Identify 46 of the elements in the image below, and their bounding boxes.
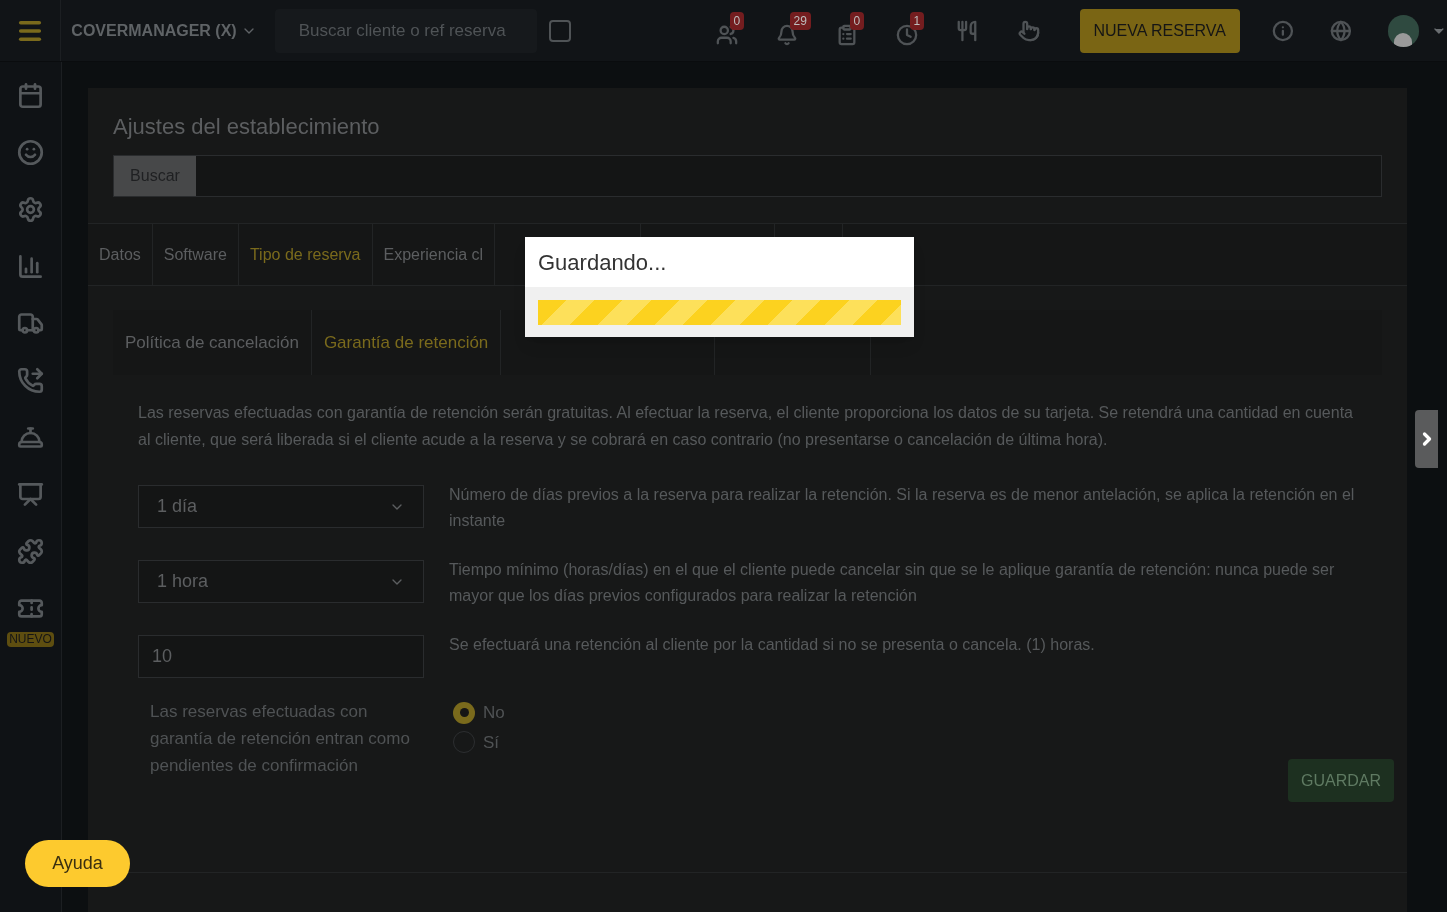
face-icon[interactable]	[17, 139, 44, 166]
page-title: Ajustes del establecimiento	[113, 113, 381, 141]
pointer-icon[interactable]	[1017, 19, 1040, 42]
new-booking-button[interactable]: NUEVA RESERVA	[1079, 8, 1240, 53]
count-badge: 29	[789, 11, 811, 30]
calendar-icon[interactable]	[17, 82, 44, 109]
subtab[interactable]: Garantía de retención	[311, 310, 502, 375]
tab[interactable]: Software	[152, 224, 239, 285]
pending-label: Las reservas efectuadas con garantía de retención entran como pendientes de confirmación	[149, 701, 411, 777]
cloche-icon[interactable]	[17, 424, 44, 451]
help-text: Se efectuará una retención al cliente por la cantidad si no se presenta o cancela. (1) horas.	[449, 635, 1095, 655]
count-badge: 0	[729, 11, 745, 30]
info-icon[interactable]	[1272, 19, 1294, 42]
utensils-icon[interactable]	[955, 19, 978, 42]
tab[interactable]: Tipo de reserva	[238, 224, 373, 285]
truck-icon[interactable]	[17, 310, 44, 337]
globe-icon[interactable]	[1329, 19, 1352, 42]
clock-icon[interactable]	[895, 23, 918, 46]
chart-icon[interactable]	[17, 253, 44, 280]
side-panel-handle[interactable]	[1415, 410, 1438, 468]
subtab[interactable]: Política de cancelación	[113, 310, 312, 375]
search-field[interactable]: Buscar cliente o ref reserva	[274, 8, 537, 53]
radio-option[interactable]: Sí	[453, 729, 505, 755]
count-badge: 0	[849, 11, 865, 30]
save-button[interactable]: GUARDAR	[1288, 759, 1394, 802]
users-icon[interactable]	[715, 23, 738, 46]
count-badge: 1	[909, 11, 925, 30]
tab[interactable]: Datos	[88, 224, 153, 285]
phone-icon[interactable]	[17, 367, 44, 394]
select-field[interactable]: 1 día	[138, 485, 424, 528]
tab[interactable]: Experiencia cl	[372, 224, 496, 285]
help-text: Tiempo mínimo (horas/días) en el que el cliente puede cancelar sin que se le aplique garantía de retención: nunca puede ser mayor que los días previos configurados para realizar la retención	[449, 560, 1336, 606]
new-badge: NUEVO	[7, 632, 54, 647]
account-dropdown[interactable]: COVERMANAGER (X)	[71, 18, 257, 43]
amount-field[interactable]: 10	[138, 635, 424, 678]
dialog-title: Guardando...	[537, 248, 668, 277]
avatar[interactable]	[1387, 14, 1420, 47]
help-button[interactable]: Ayuda	[25, 840, 130, 887]
intro-text: Las reservas efectuadas con garantía de retención serán gratuitas. Al efectuar la reserva, el cliente proporciona los datos de su tarjeta. Se retendrá una cantidad en cuenta al cliente, que será liberada si el cliente acude a la reserva y se cobrará en caso contrario (no presentarse o cancelación de última hora).	[138, 403, 1354, 450]
help-text: Número de días previos a la reserva para realizar la retención. Si la reserva es de menor antelación, se aplica la retención en el instante	[449, 485, 1356, 531]
bell-icon[interactable]	[775, 23, 798, 46]
puzzle-icon[interactable]	[17, 538, 44, 565]
select-field[interactable]: 1 hora	[138, 560, 424, 603]
radio-option[interactable]: No	[453, 700, 505, 726]
checkbox[interactable]	[548, 19, 571, 42]
settings-icon[interactable]	[17, 196, 44, 223]
